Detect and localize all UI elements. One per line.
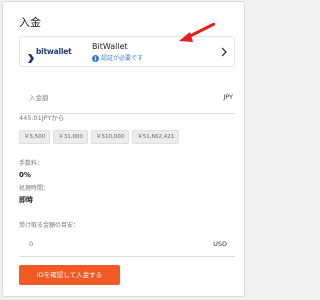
amount-input[interactable] xyxy=(19,82,209,113)
amount-field[interactable]: JPY xyxy=(19,82,235,114)
receive-currency: USD xyxy=(213,240,227,248)
preset-amount-button[interactable]: ￥510,000 xyxy=(91,130,130,144)
processing-time-label: 処理時間： xyxy=(19,185,50,192)
amount-currency: JPY xyxy=(223,93,233,101)
fee-label: 手数料： xyxy=(19,160,44,167)
preset-amount-button[interactable]: ￥51,662,421 xyxy=(132,130,180,144)
bitwallet-logo: bitwallet xyxy=(28,46,72,63)
minimum-amount-text: 445.01JPYから xyxy=(19,114,65,122)
preset-amount-button[interactable]: ￥5,500 xyxy=(19,130,51,144)
logo-text: bitwallet xyxy=(36,47,72,56)
receive-amount-value: 0 xyxy=(29,240,34,248)
bitwallet-logo-icon xyxy=(28,48,34,63)
status-text: 認証が必要です xyxy=(101,54,144,62)
chevron-right-icon[interactable] xyxy=(221,47,227,57)
fee-value: 0% xyxy=(19,171,31,179)
verification-status: 認証が必要です xyxy=(92,53,143,63)
processing-time-value: 即時 xyxy=(19,196,33,204)
deposit-card: 入金 bitwallet BitWallet 認証が必要です 入金額 JPY 4… xyxy=(2,1,245,297)
receive-amount-field: 0 USD xyxy=(19,231,235,257)
page-title: 入金 xyxy=(19,16,41,29)
preset-amount-button[interactable]: ￥31,000 xyxy=(53,130,88,144)
receive-label: 受け取る金額の目安： xyxy=(19,222,80,229)
preset-amounts: ￥5,500 ￥31,000 ￥510,000 ￥51,662,421 xyxy=(19,130,180,144)
payment-method-name: BitWallet xyxy=(92,42,128,51)
red-arrow-icon xyxy=(179,23,215,42)
info-icon xyxy=(92,54,99,62)
submit-deposit-button[interactable]: IDを確認して入金する xyxy=(19,265,120,285)
